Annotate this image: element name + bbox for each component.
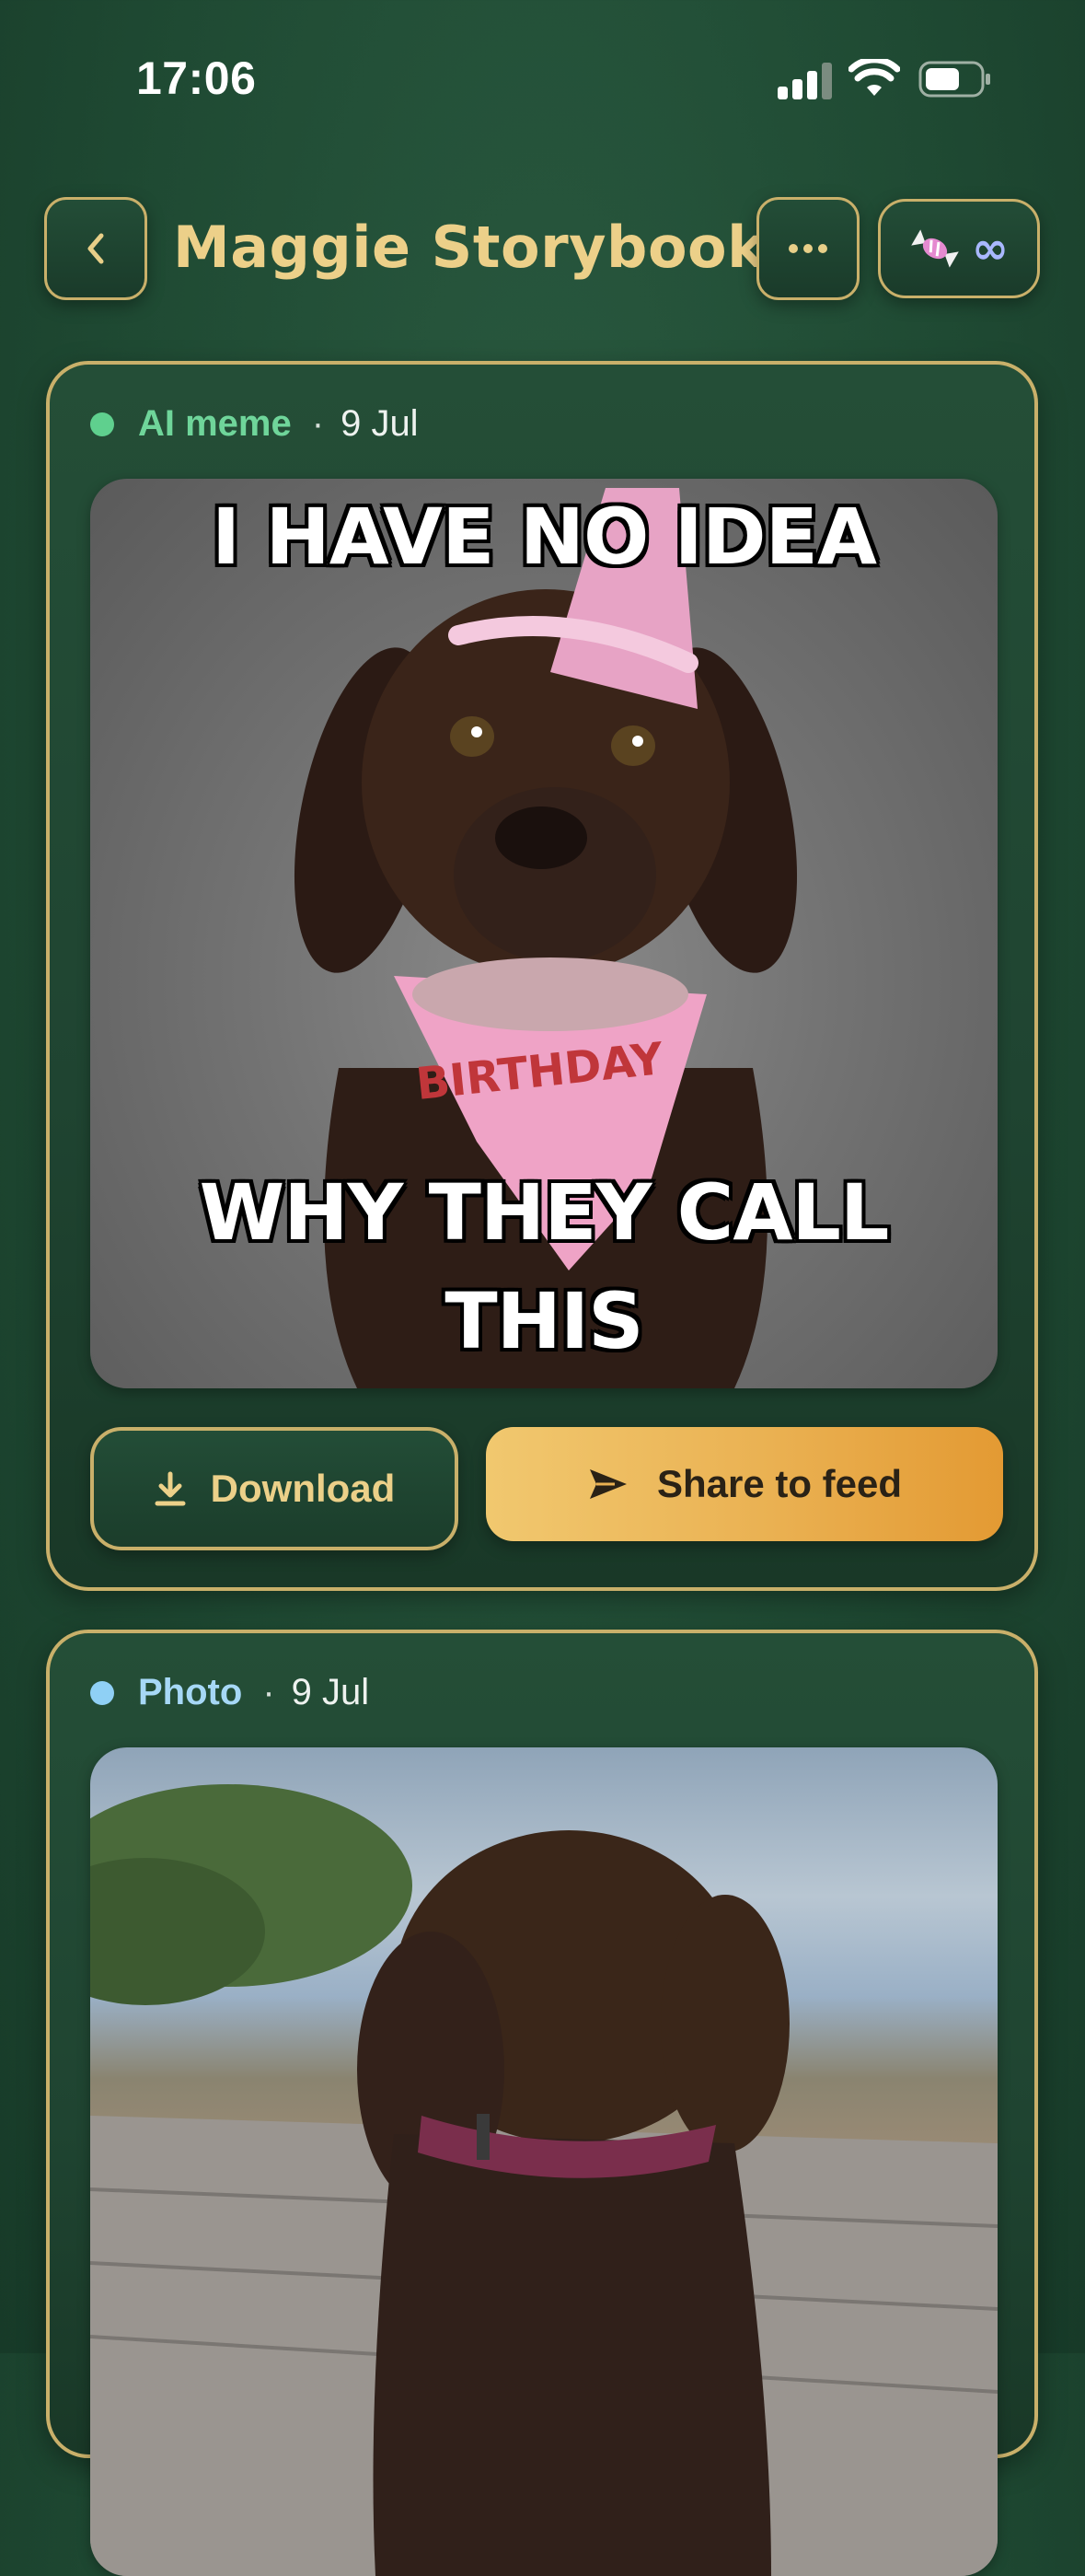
meta-separator: · <box>311 403 325 444</box>
card-date: 9 Jul <box>291 1672 370 1712</box>
photo-card: Photo · 9 Jul <box>46 1630 1038 2576</box>
candy-balance-button[interactable]: ∞ <box>878 199 1040 298</box>
meme-top-caption: I HAVE NO IDEA <box>211 492 877 582</box>
download-button[interactable]: Download <box>90 1427 458 1550</box>
page-title: Maggie Storybook <box>173 214 766 281</box>
ellipsis-icon <box>789 244 827 253</box>
cellular-signal-icon <box>778 63 832 99</box>
meme-image[interactable]: BIRTHDAY I HAVE NO IDEA WHY THEY CALL TH… <box>90 479 998 1388</box>
more-options-button[interactable] <box>756 197 860 300</box>
card-meta: Photo · 9 Jul <box>90 1672 369 1713</box>
card-type-label: AI meme <box>138 403 292 444</box>
chevron-left-icon <box>87 233 104 264</box>
send-icon <box>589 1469 627 1499</box>
card-date: 9 Jul <box>341 403 419 444</box>
back-button[interactable] <box>44 197 147 300</box>
download-label: Download <box>210 1467 396 1510</box>
candy-count: ∞ <box>972 223 1009 274</box>
ai-meme-card: AI meme · 9 Jul BIRTHDAY I HAVE NO IDEA … <box>46 361 1038 1591</box>
meme-bottom-line-2: A “PARTY” <box>90 1375 998 1388</box>
dog-photo-illustration <box>90 1784 998 2576</box>
share-label: Share to feed <box>656 1462 903 1505</box>
candy-icon <box>911 229 959 268</box>
share-to-feed-button[interactable]: Share to feed <box>486 1427 1003 1541</box>
header: Maggie Storybook ∞ <box>0 193 1085 304</box>
battery-icon <box>918 61 990 98</box>
type-dot <box>90 1680 114 1705</box>
dog-photo[interactable] <box>90 1747 998 2576</box>
status-time: 17:06 <box>136 52 257 104</box>
status-bar: 17:06 <box>0 0 1085 157</box>
meme-bottom-line-1: WHY THEY CALL THIS <box>199 1167 890 1366</box>
download-icon <box>155 1471 186 1506</box>
meta-separator: · <box>262 1672 275 1712</box>
meme-bottom-caption: WHY THEY CALL THIS A “PARTY” <box>90 1158 998 1388</box>
type-dot <box>90 412 114 436</box>
wifi-icon <box>848 59 900 96</box>
card-type-label: Photo <box>138 1672 243 1712</box>
card-meta: AI meme · 9 Jul <box>90 403 419 445</box>
